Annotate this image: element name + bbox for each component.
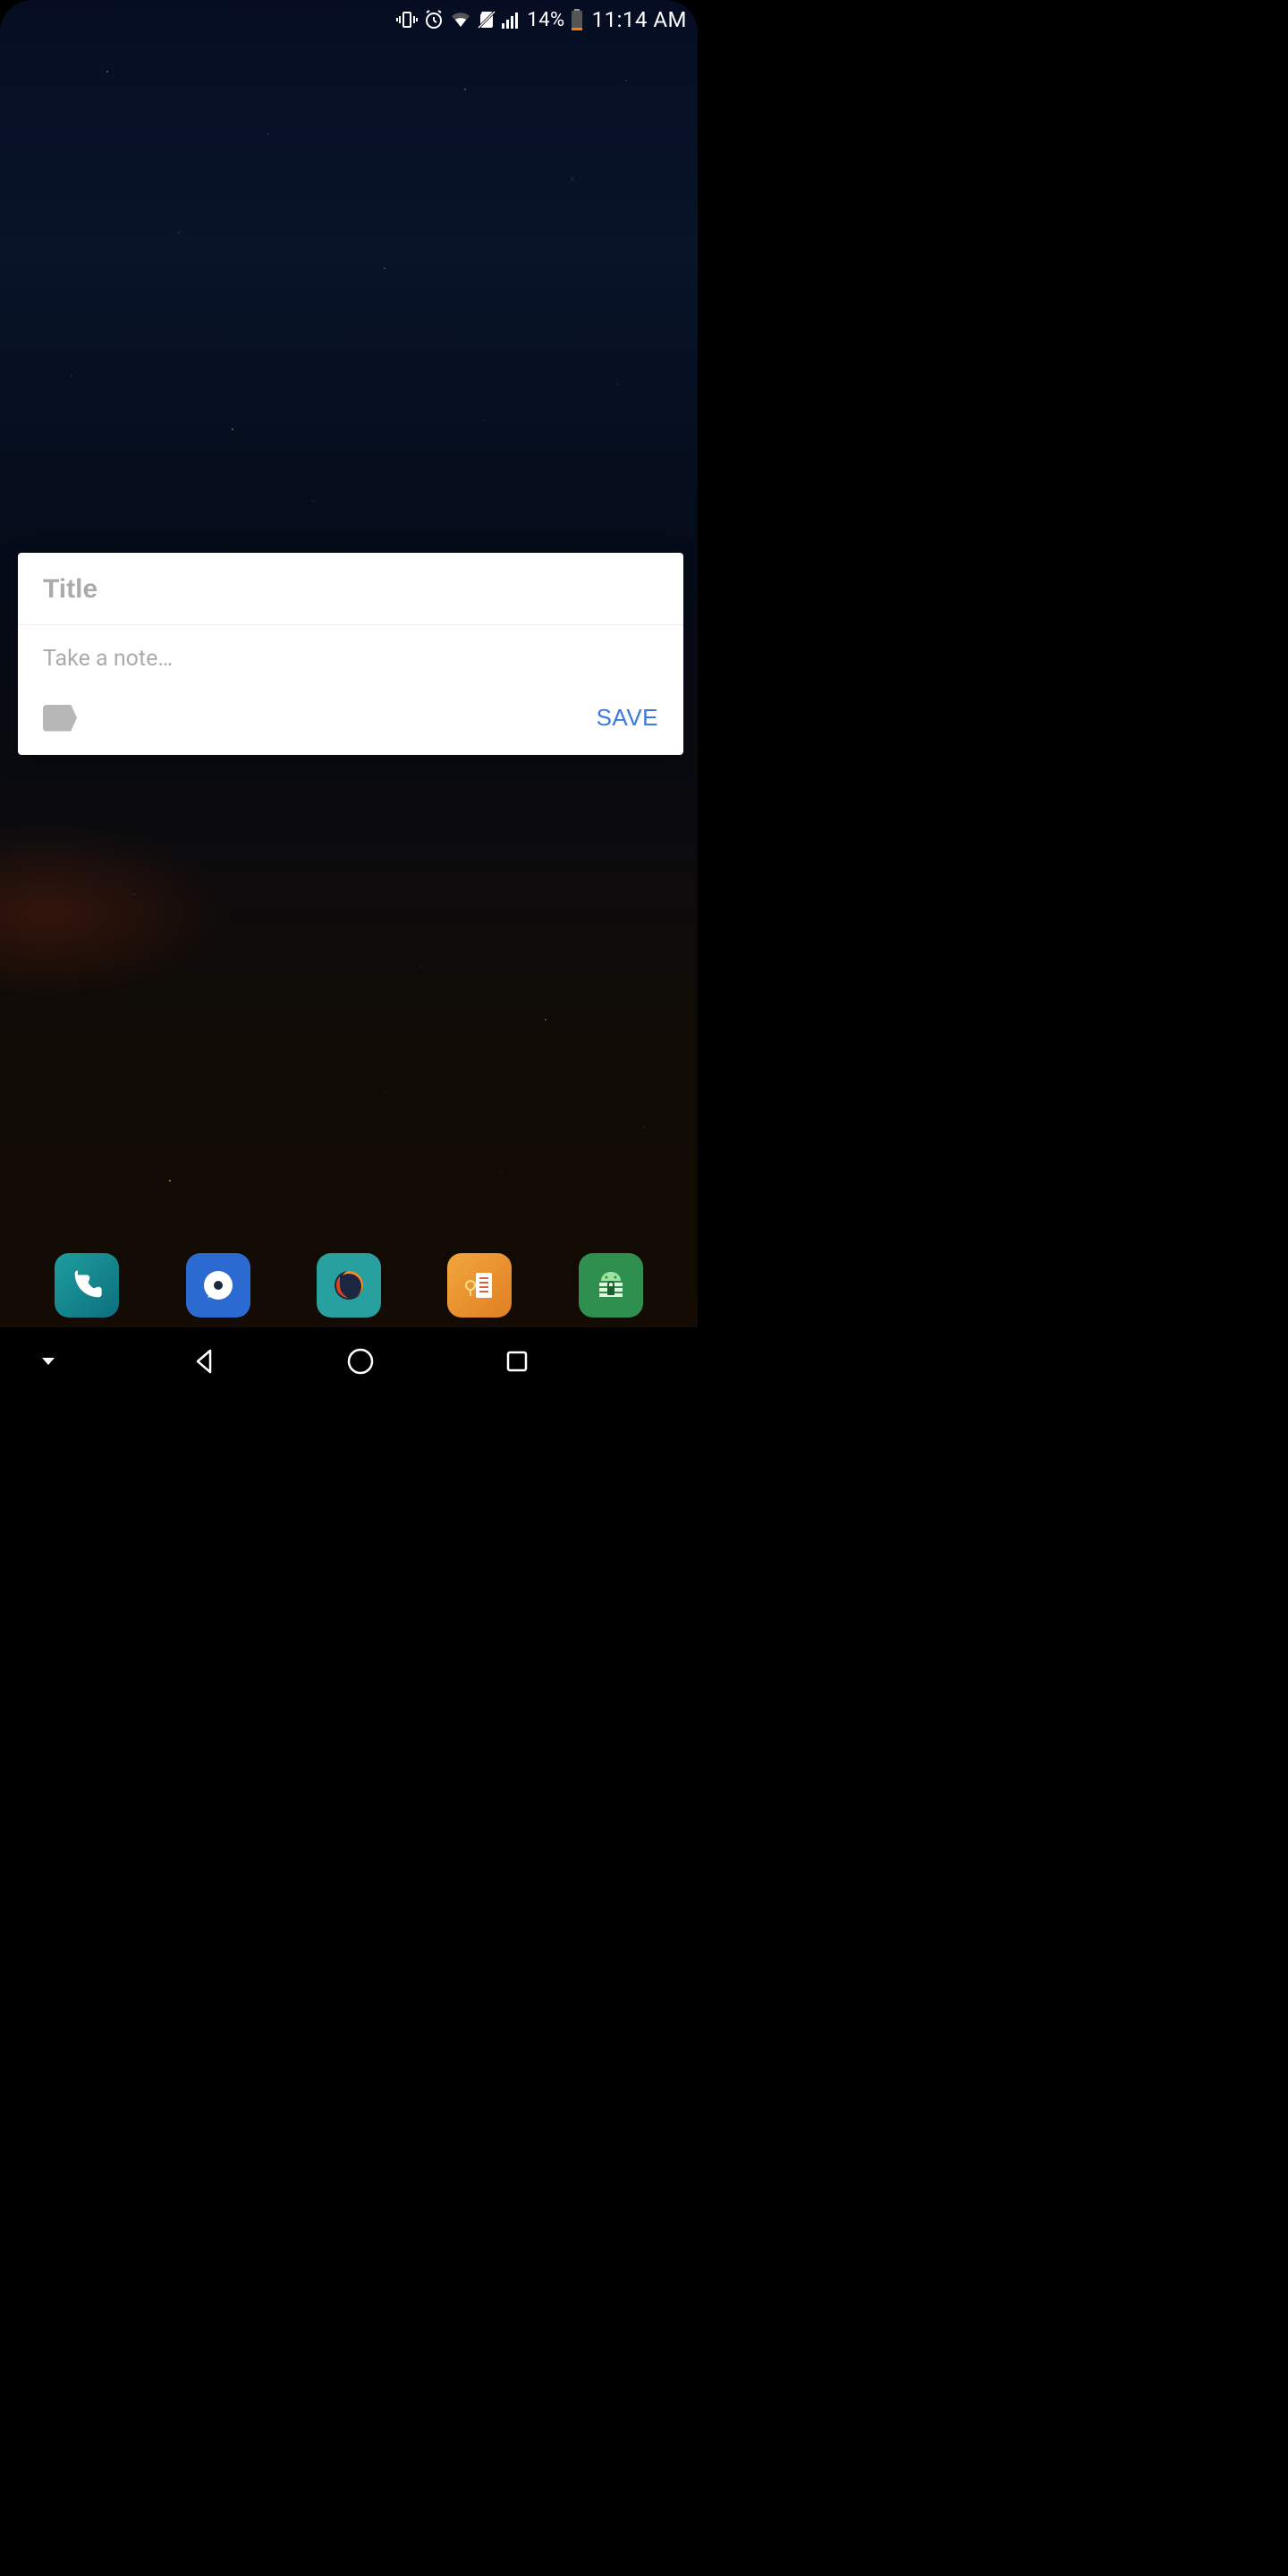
note-body-input[interactable]	[43, 643, 658, 679]
nav-notification-chevron-icon[interactable]	[21, 1335, 75, 1388]
label-icon[interactable]	[43, 705, 77, 732]
signal-icon	[502, 11, 521, 29]
dock	[0, 1243, 698, 1327]
battery-percentage: 14%	[527, 9, 564, 31]
wifi-icon	[450, 11, 471, 29]
alarm-icon	[423, 9, 445, 30]
dock-app-phone[interactable]	[55, 1253, 119, 1318]
dock-app-firefox[interactable]	[317, 1253, 381, 1318]
dock-app-android-privacy[interactable]	[579, 1253, 643, 1318]
nav-recents-button[interactable]	[490, 1335, 544, 1388]
status-bar: 14% 11:14 AM	[0, 0, 698, 39]
dock-app-notes[interactable]	[447, 1253, 512, 1318]
no-sim-icon	[477, 10, 496, 30]
save-button[interactable]: SAVE	[597, 704, 658, 732]
note-title-input[interactable]	[43, 574, 658, 605]
battery-icon	[571, 9, 583, 30]
nav-home-button[interactable]	[334, 1335, 387, 1388]
quick-note-card: SAVE	[18, 553, 683, 755]
clock-time: 11:14 AM	[592, 7, 687, 32]
vibrate-icon	[396, 9, 418, 30]
navigation-bar	[0, 1327, 698, 1395]
nav-back-button[interactable]	[178, 1335, 232, 1388]
dock-app-signal[interactable]	[186, 1253, 250, 1318]
